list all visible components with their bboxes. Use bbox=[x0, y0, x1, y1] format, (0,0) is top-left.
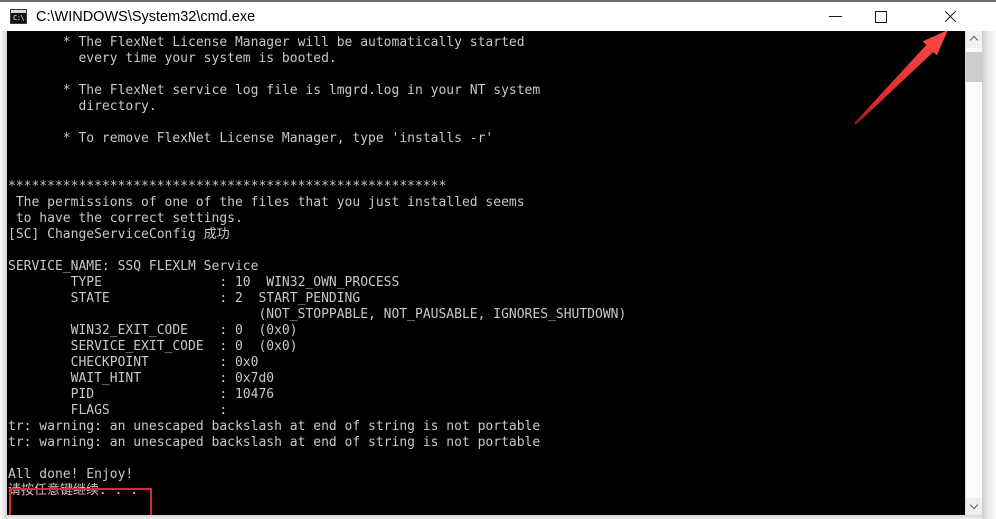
console-line: ****************************************… bbox=[8, 179, 447, 194]
close-button[interactable] bbox=[927, 2, 973, 31]
console-line: WAIT_HINT : 0x7d0 bbox=[8, 371, 275, 386]
console-line: [SC] ChangeServiceConfig 成功 bbox=[8, 227, 230, 242]
console-line: directory. bbox=[8, 99, 157, 114]
console-output-area[interactable]: * The FlexNet License Manager will be au… bbox=[7, 31, 965, 515]
chevron-up-icon bbox=[971, 36, 978, 43]
console-client-area: * The FlexNet License Manager will be au… bbox=[0, 31, 996, 519]
console-line: * To remove FlexNet License Manager, typ… bbox=[8, 131, 494, 146]
console-line: * The FlexNet service log file is lmgrd.… bbox=[8, 83, 541, 98]
scroll-up-button[interactable] bbox=[966, 31, 982, 48]
maximize-icon bbox=[875, 10, 887, 23]
cmd-icon-titlestrip bbox=[11, 10, 26, 13]
console-line: 请按任意键继续. . . bbox=[8, 483, 139, 498]
console-line: FLAGS : bbox=[8, 403, 228, 418]
console-line: (NOT_STOPPABLE, NOT_PAUSABLE, IGNORES_SH… bbox=[8, 307, 627, 322]
window-border-right bbox=[982, 31, 996, 519]
minimize-icon bbox=[828, 16, 842, 17]
maximize-button[interactable] bbox=[858, 2, 904, 31]
console-line: The permissions of one of the files that… bbox=[8, 195, 525, 210]
window-title: C:\WINDOWS\System32\cmd.exe bbox=[36, 8, 256, 25]
cmd-window: C:\ C:\WINDOWS\System32\cmd.exe * The Fl… bbox=[0, 0, 996, 519]
window-border-bottom bbox=[7, 515, 982, 519]
console-text: * The FlexNet License Manager will be au… bbox=[8, 35, 626, 499]
scrollbar-track[interactable] bbox=[966, 48, 982, 498]
console-line: SERVICE_NAME: SSQ FLEXLM Service bbox=[8, 259, 259, 274]
console-line: WIN32_EXIT_CODE : 0 (0x0) bbox=[8, 323, 298, 338]
scrollbar-thumb[interactable] bbox=[966, 52, 982, 82]
minimize-button[interactable] bbox=[812, 2, 858, 31]
console-scrollbar[interactable] bbox=[965, 31, 982, 515]
console-line: CHECKPOINT : 0x0 bbox=[8, 355, 259, 370]
chevron-down-icon bbox=[971, 503, 978, 510]
close-icon bbox=[943, 9, 958, 24]
console-line: to have the correct settings. bbox=[8, 211, 243, 226]
console-line: every time your system is booted. bbox=[8, 51, 337, 66]
window-border-left bbox=[0, 31, 7, 519]
cmd-icon: C:\ bbox=[10, 9, 27, 24]
console-line: All done! Enjoy! bbox=[8, 467, 134, 482]
console-line: tr: warning: an unescaped backslash at e… bbox=[8, 435, 541, 450]
scroll-down-button[interactable] bbox=[966, 498, 982, 515]
console-line: STATE : 2 START_PENDING bbox=[8, 291, 361, 306]
console-line: TYPE : 10 WIN32_OWN_PROCESS bbox=[8, 275, 400, 290]
cmd-icon-prompt: C:\ bbox=[13, 14, 25, 22]
console-line: PID : 10476 bbox=[8, 387, 275, 402]
console-line: SERVICE_EXIT_CODE : 0 (0x0) bbox=[8, 339, 298, 354]
title-bar[interactable]: C:\ C:\WINDOWS\System32\cmd.exe bbox=[0, 2, 996, 31]
console-line: * The FlexNet License Manager will be au… bbox=[8, 35, 525, 50]
console-line: tr: warning: an unescaped backslash at e… bbox=[8, 419, 541, 434]
